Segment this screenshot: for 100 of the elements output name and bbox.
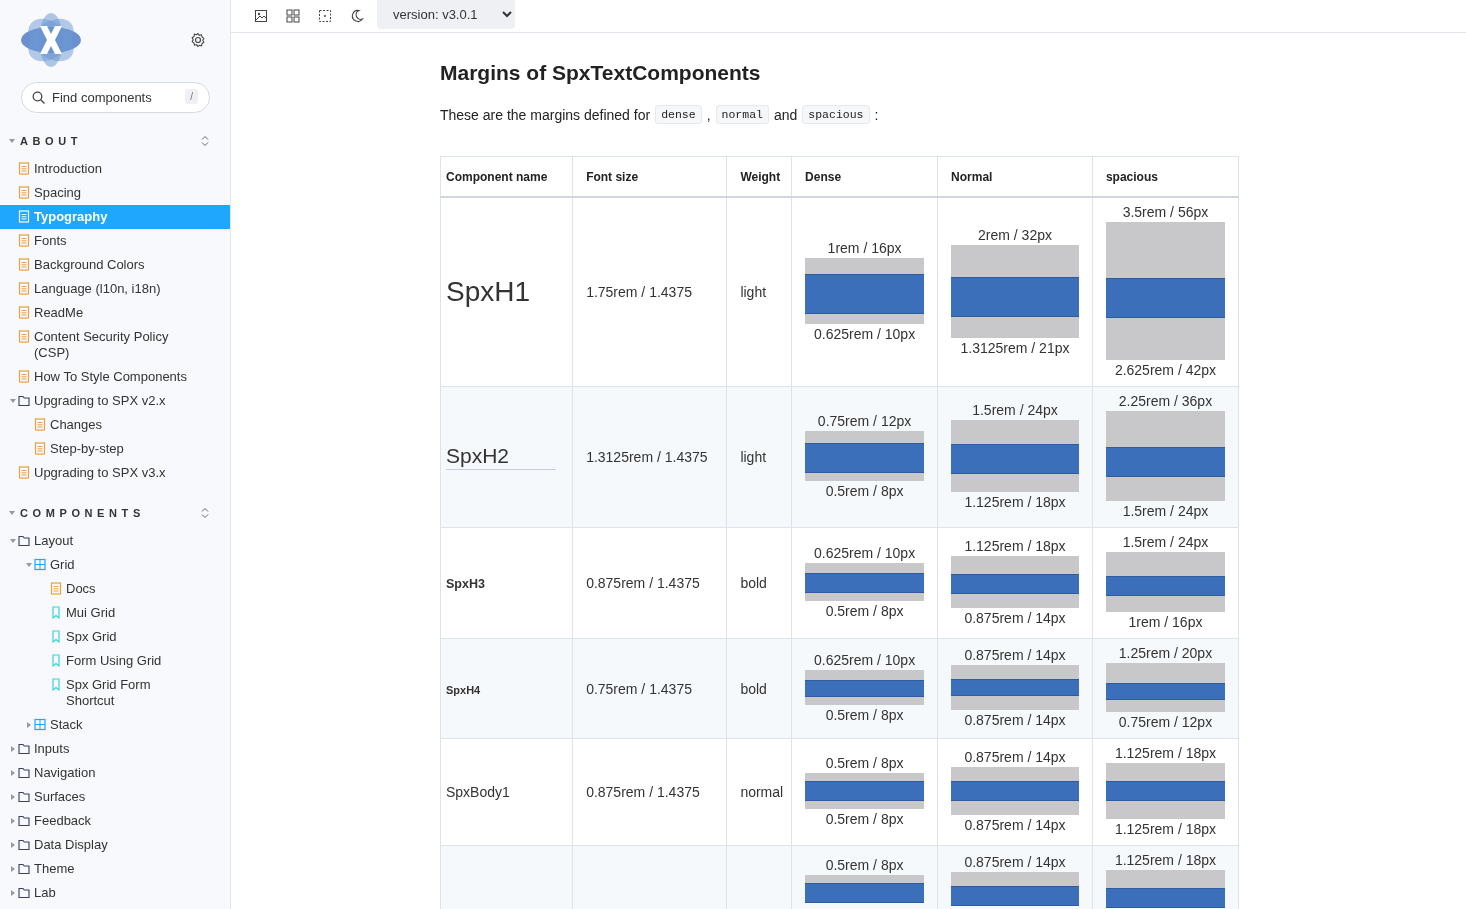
document-icon [34,442,46,455]
sidebar-item[interactable]: Upgrading to SPX v2.x [0,389,230,413]
sidebar-item[interactable]: Introduction [0,157,230,181]
caret-icon[interactable] [25,561,33,569]
sidebar-item[interactable]: Upgrading to SPX v3.x [0,461,230,485]
folder-icon [18,766,30,779]
folder-icon [18,886,30,899]
sidebar-item[interactable]: How To Style Components [0,365,230,389]
outline-icon[interactable] [318,9,332,23]
component-name: SpxH2 [446,444,556,470]
margin-top-label: 0.875rem / 14px [964,646,1066,665]
description-text: : [874,106,879,123]
sidebar-item[interactable]: Mui Grid [0,601,230,625]
margin-top-label: 3.5rem / 56px [1122,203,1209,222]
caret-icon[interactable] [9,865,17,873]
margin-top-label: 1.5rem / 24px [972,401,1058,420]
document-icon [18,162,30,175]
caret-icon[interactable] [8,509,16,517]
sidebar-item[interactable]: Lab [0,881,230,905]
sidebar-item[interactable]: Docs [0,577,230,601]
sidebar-item[interactable]: Surfaces [0,785,230,809]
folder-icon [18,742,30,755]
bookmark-icon [50,678,62,691]
sidebar-item[interactable]: Background Colors [0,253,230,277]
caret-icon[interactable] [9,769,17,777]
grid-icon[interactable] [286,9,300,23]
component-name: SpxH1 [446,276,531,307]
document-icon [18,234,30,247]
caret-icon[interactable] [9,817,17,825]
caret-icon[interactable] [9,745,17,753]
margin-top-label: 0.875rem / 14px [964,853,1066,872]
caret-icon[interactable] [9,793,17,801]
margin-top-label: 1rem / 16px [827,239,902,258]
caret-icon[interactable] [9,397,17,405]
bookmark-icon [50,606,62,619]
grid-icon [34,718,46,731]
settings-icon[interactable] [190,32,206,48]
document-icon [18,466,30,479]
description-text: These are the margins defined for [440,106,651,123]
expand-collapse-icon[interactable] [200,135,210,147]
margin-bottom-label: 0.875rem / 14px [964,711,1066,730]
caret-icon[interactable] [9,889,17,897]
document-icon [18,210,30,223]
sidebar-item[interactable]: Content Security Policy (CSP) [0,325,230,365]
weight-value: light [740,449,767,465]
sidebar-item[interactable]: Feedback [0,809,230,833]
sidebar-item[interactable]: Inputs [0,737,230,761]
margin-bottom-label: 0.875rem / 14px [964,816,1066,835]
sidebar-item[interactable]: Layout [0,529,230,553]
margin-top-label: 2.25rem / 36px [1118,392,1213,411]
sidebar-item[interactable]: Spx Grid Form Shortcut [0,673,230,713]
margin-top-label: 0.625rem / 10px [813,651,916,670]
version-dropdown[interactable]: version: v3.0.1 [377,0,515,29]
column-header: Weight [726,156,792,197]
margin-bottom-label: 1.3125rem / 21px [960,338,1070,358]
code-text: spacious [802,105,870,124]
margin-top-label: 1.125rem / 18px [964,537,1066,556]
code-text: normal [715,105,769,124]
caret-icon[interactable] [25,721,33,729]
column-header: Dense [791,156,938,197]
weight-value: bold [740,575,767,591]
sidebar-item[interactable]: Data Display [0,833,230,857]
caret-icon[interactable] [9,841,17,849]
sidebar-item[interactable]: Fonts [0,229,230,253]
sidebar-item[interactable]: Step-by-step [0,437,230,461]
column-header: Normal [937,156,1093,197]
logo-icon[interactable] [20,12,82,68]
section-heading: COMPONENTS [20,507,146,519]
margin-bottom-label: 1.125rem / 18px [1114,820,1217,839]
sidebar-item[interactable]: Form Using Grid [0,649,230,673]
margin-bottom-label: 0.5rem / 8px [825,810,904,829]
document-icon [18,306,30,319]
font-size-value: 1.3125rem / 1.4375 [586,449,708,465]
section-heading: ABOUT [20,135,84,147]
moon-icon[interactable] [350,9,364,23]
image-icon[interactable] [254,9,268,23]
caret-icon[interactable] [9,537,17,545]
weight-value: normal [740,784,784,800]
sidebar-item[interactable]: Spacing [0,181,230,205]
folder-icon [18,814,30,827]
shortcut-key: / [185,89,198,104]
sidebar-item[interactable]: Grid [0,553,230,577]
sidebar-item[interactable]: Spx Grid [0,625,230,649]
description-text: , [706,106,711,123]
font-size-value: 0.875rem / 1.4375 [586,784,700,800]
document-icon [18,258,30,271]
margin-top-label: 1.25rem / 20px [1118,644,1213,663]
sidebar-item[interactable]: Theme [0,857,230,881]
sidebar-item[interactable]: Language (l10n, i18n) [0,277,230,301]
sidebar-item[interactable]: Navigation [0,761,230,785]
sidebar-item[interactable]: Stack [0,713,230,737]
sidebar-item[interactable]: ReadMe [0,301,230,325]
margin-bottom-label: 0.5rem / 8px [825,706,904,725]
document-icon [18,282,30,295]
document-icon [18,186,30,199]
expand-collapse-icon[interactable] [200,507,210,519]
document-icon [50,582,62,595]
caret-icon[interactable] [8,137,16,145]
margin-top-label: 1.125rem / 18px [1114,744,1217,763]
sidebar-item[interactable]: Changes [0,413,230,437]
